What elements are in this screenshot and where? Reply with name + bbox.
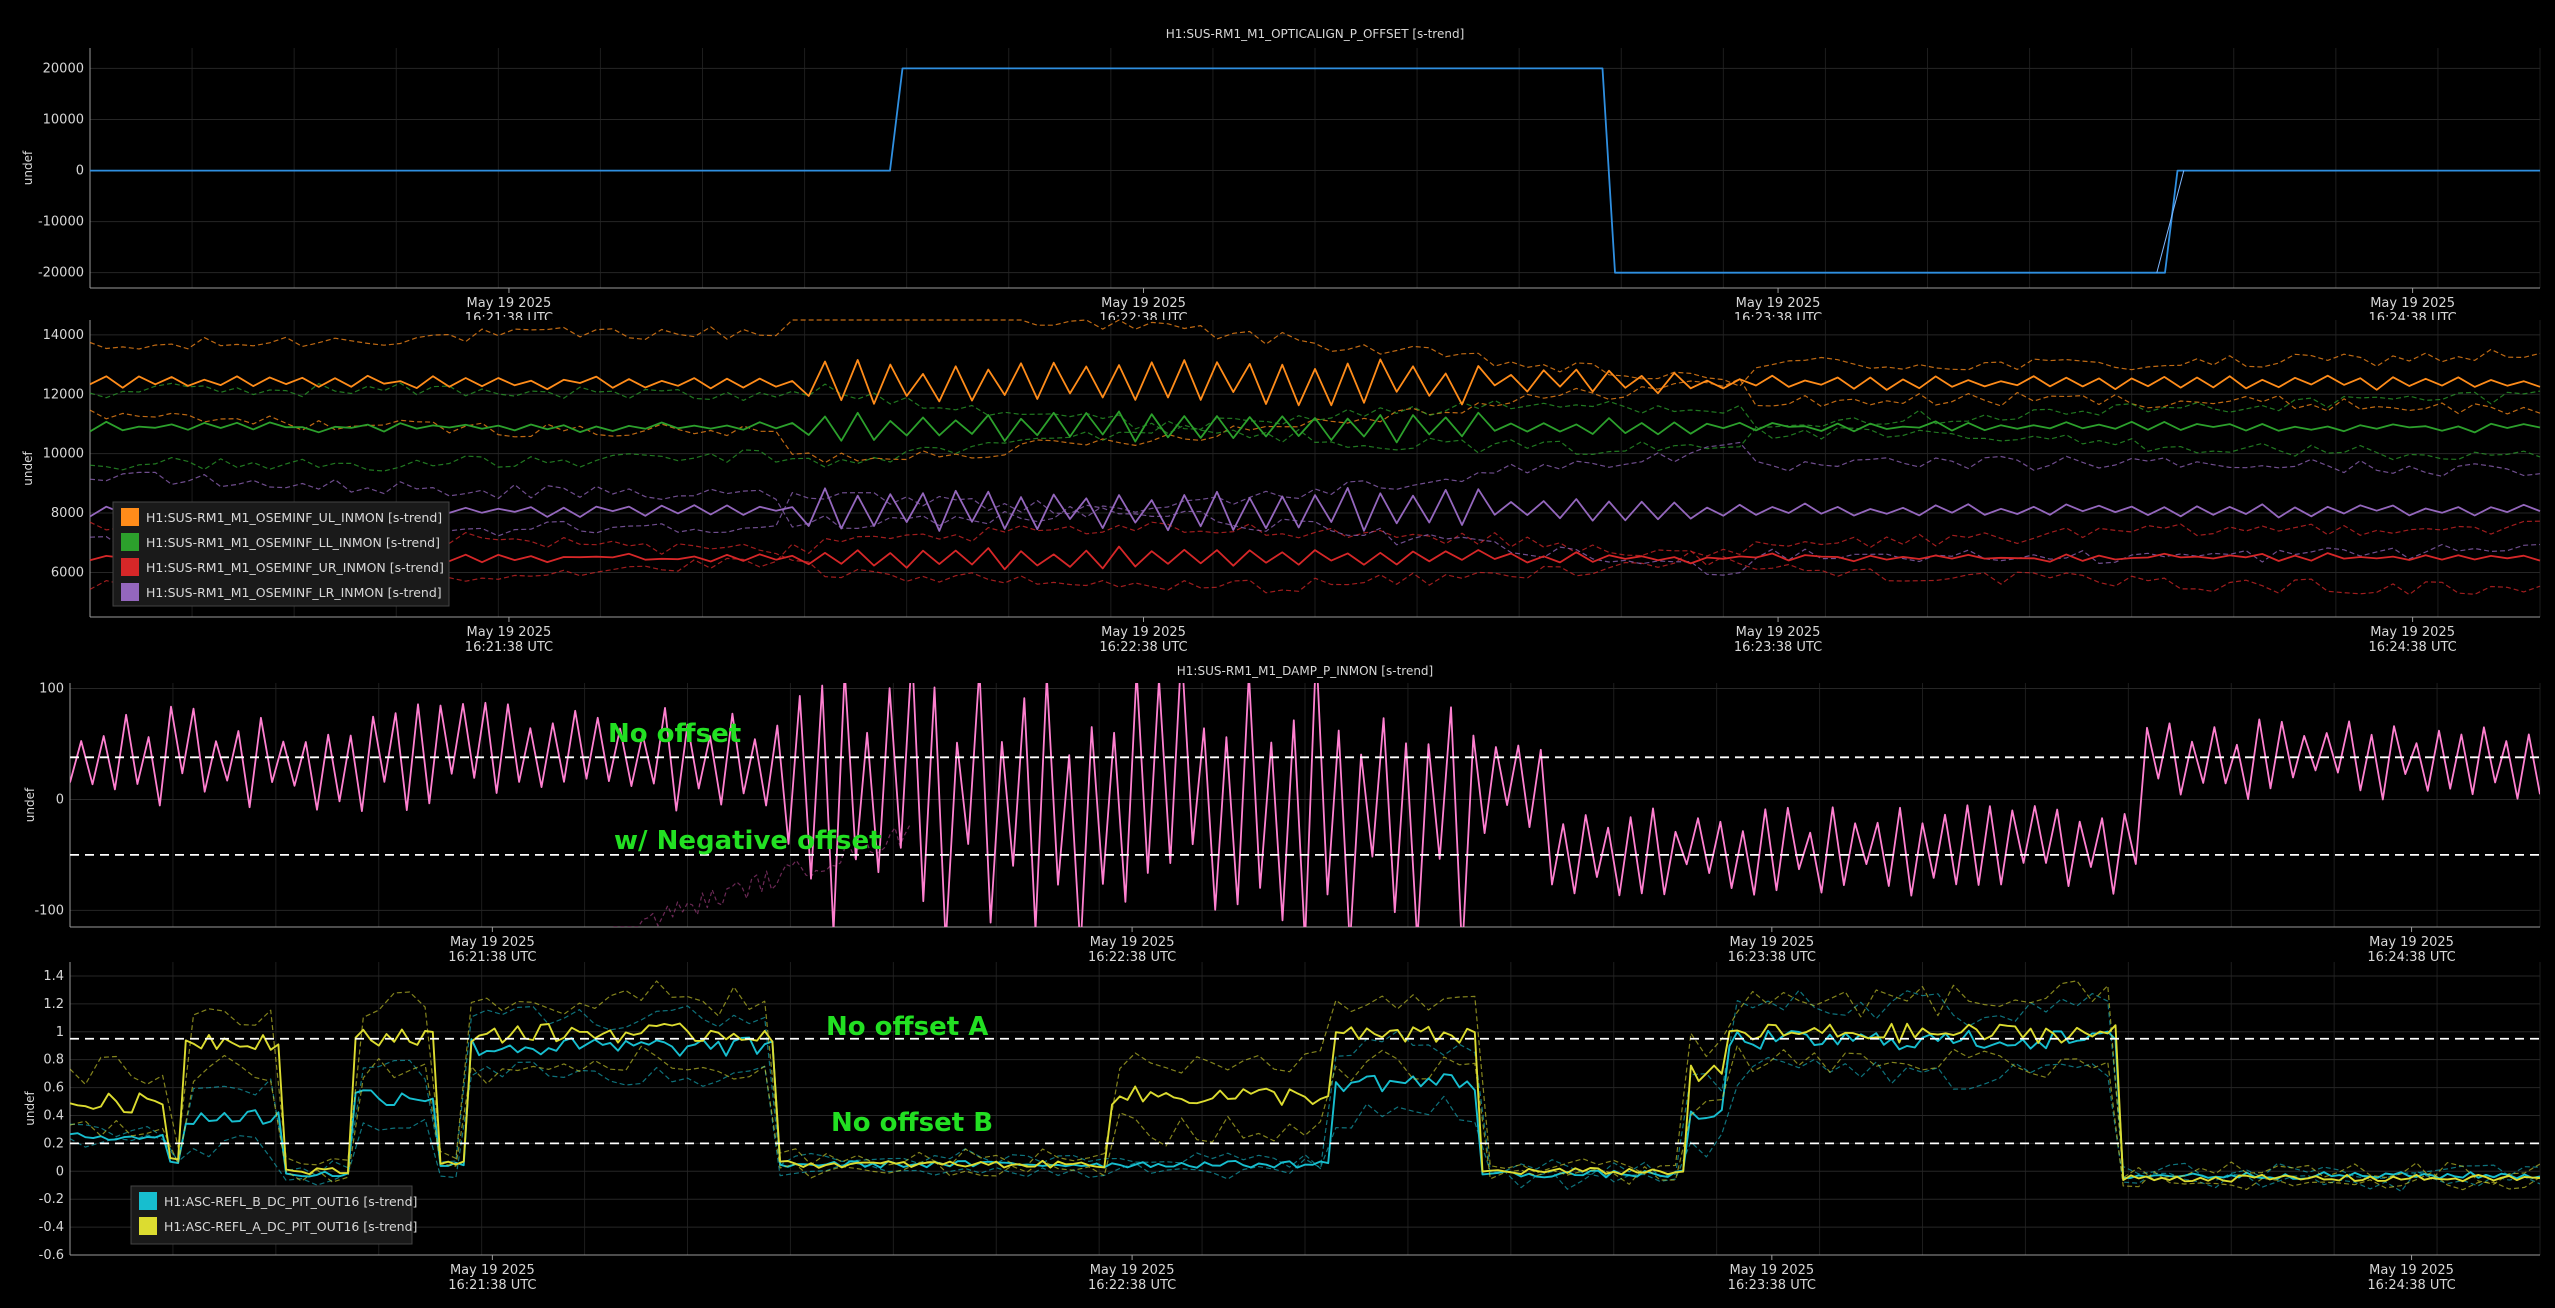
- legend-swatch: [121, 558, 139, 576]
- y-tick-label: 1.4: [43, 969, 64, 984]
- annotation-no-offset-a: No offset A: [826, 1012, 988, 1042]
- y-axis-label: undef: [21, 451, 35, 486]
- legend-label: H1:SUS-RM1_M1_OSEMINF_UR_INMON [s-trend]: [146, 560, 444, 575]
- x-tick-date: May 19 2025: [450, 1263, 535, 1278]
- y-tick-label: -0.6: [39, 1248, 64, 1263]
- y-tick-label: -20000: [38, 266, 84, 281]
- panel-title: H1:SUS-RM1_M1_DAMP_P_INMON [s-trend]: [1177, 664, 1433, 678]
- y-tick-label: 0: [56, 792, 64, 807]
- legend-swatch: [121, 533, 139, 551]
- y-tick-label: -0.4: [39, 1220, 64, 1235]
- y-tick-label: 1.2: [43, 997, 64, 1012]
- legend-label: H1:SUS-RM1_M1_OSEMINF_UL_INMON [s-trend]: [146, 510, 442, 525]
- x-tick-date: May 19 2025: [1090, 935, 1175, 950]
- annotation-no-offset: No offset: [608, 719, 741, 749]
- x-tick-time: 16:22:38 UTC: [1099, 640, 1187, 655]
- x-tick-date: May 19 2025: [1729, 1263, 1814, 1278]
- x-tick-time: 16:24:38 UTC: [2367, 1278, 2455, 1293]
- x-tick-date: May 19 2025: [1101, 625, 1186, 640]
- y-tick-label: 8000: [51, 506, 84, 521]
- x-tick-date: May 19 2025: [1736, 625, 1821, 640]
- y-tick-label: 0.8: [43, 1053, 64, 1068]
- x-tick-date: May 19 2025: [2369, 1263, 2454, 1278]
- legend-swatch: [121, 583, 139, 601]
- x-tick-time: 16:23:38 UTC: [1728, 1278, 1816, 1293]
- x-tick-date: May 19 2025: [2370, 625, 2455, 640]
- panel-title: H1:SUS-RM1_M1_OPTICALIGN_P_OFFSET [s-tre…: [1166, 27, 1465, 41]
- x-tick-date: May 19 2025: [2370, 296, 2455, 311]
- y-tick-label: -0.2: [39, 1192, 64, 1207]
- plots-canvas: H1:SUS-RM1_M1_OPTICALIGN_P_OFFSET [s-tre…: [21, 27, 2541, 1293]
- legend-swatch: [121, 508, 139, 526]
- y-tick-label: 0.4: [43, 1108, 64, 1123]
- legend-label: H1:ASC-REFL_B_DC_PIT_OUT16 [s-trend]: [164, 1194, 417, 1209]
- legend-swatch: [139, 1217, 157, 1235]
- y-tick-label: 10000: [43, 447, 84, 462]
- y-tick-label: 0: [76, 164, 84, 179]
- y-tick-label: 10000: [43, 112, 84, 127]
- y-tick-label: 12000: [43, 387, 84, 402]
- y-tick-label: -100: [34, 903, 64, 918]
- y-axis-label: undef: [23, 1091, 37, 1126]
- y-tick-label: 20000: [43, 61, 84, 76]
- legend-label: H1:SUS-RM1_M1_OSEMINF_LR_INMON [s-trend]: [146, 585, 442, 600]
- x-tick-date: May 19 2025: [450, 935, 535, 950]
- y-tick-label: 0.2: [43, 1136, 64, 1151]
- x-tick-date: May 19 2025: [1729, 935, 1814, 950]
- legend-label: H1:ASC-REFL_A_DC_PIT_OUT16 [s-trend]: [164, 1219, 417, 1234]
- y-axis-label: undef: [21, 150, 35, 185]
- legend: H1:ASC-REFL_B_DC_PIT_OUT16 [s-trend] H1:A…: [130, 1185, 417, 1245]
- y-tick-label: 0.6: [43, 1081, 64, 1096]
- y-tick-label: 1: [56, 1025, 64, 1040]
- annotation-no-offset-b: No offset B: [831, 1108, 993, 1138]
- y-tick-label: -10000: [38, 215, 84, 230]
- x-tick-time: 16:23:38 UTC: [1734, 640, 1822, 655]
- x-tick-time: 16:21:38 UTC: [448, 1278, 536, 1293]
- x-tick-date: May 19 2025: [1090, 1263, 1175, 1278]
- plot-window: H1:SUS-RM1_M1_OPTICALIGN_P_OFFSET [s-tre…: [0, 0, 2555, 1304]
- y-axis-label: undef: [23, 787, 37, 822]
- x-tick-time: 16:22:38 UTC: [1088, 1278, 1176, 1293]
- legend-swatch: [139, 1192, 157, 1210]
- y-tick-label: 6000: [51, 565, 84, 580]
- x-tick-date: May 19 2025: [467, 625, 552, 640]
- x-tick-time: 16:24:38 UTC: [2368, 640, 2456, 655]
- x-tick-date: May 19 2025: [1101, 296, 1186, 311]
- annotation-negative-offset: w/ Negative offset: [614, 826, 882, 856]
- x-tick-date: May 19 2025: [467, 296, 552, 311]
- x-tick-date: May 19 2025: [1736, 296, 1821, 311]
- y-tick-label: 14000: [43, 328, 84, 343]
- y-tick-label: 100: [39, 682, 64, 697]
- legend-label: H1:SUS-RM1_M1_OSEMINF_LL_INMON [s-trend]: [146, 535, 440, 550]
- legend: H1:SUS-RM1_M1_OSEMINF_UL_INMON [s-trend]…: [112, 501, 450, 607]
- x-tick-time: 16:21:38 UTC: [465, 640, 553, 655]
- x-tick-date: May 19 2025: [2369, 935, 2454, 950]
- y-tick-label: 0: [56, 1164, 64, 1179]
